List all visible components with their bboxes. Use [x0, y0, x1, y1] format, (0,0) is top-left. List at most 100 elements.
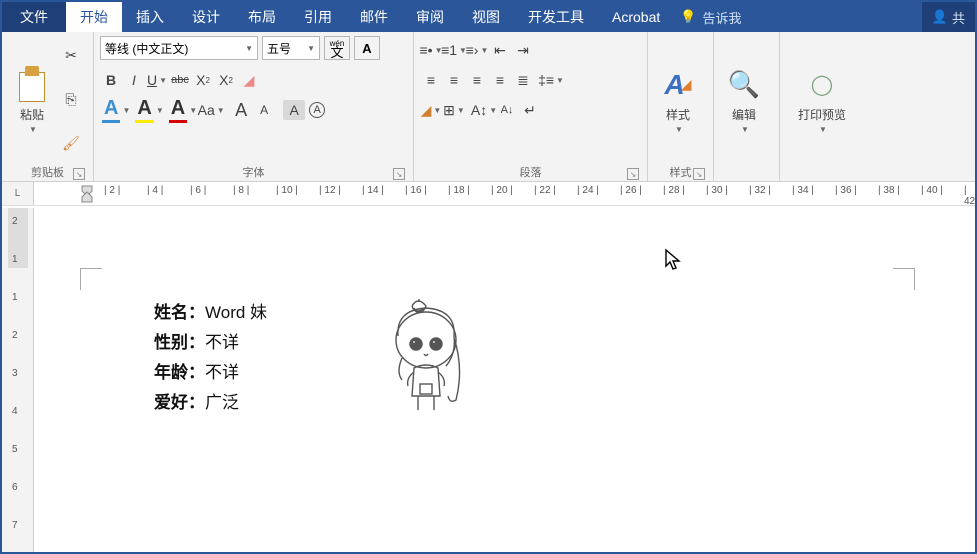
align-right-icon: ≡	[473, 72, 481, 88]
tab-home[interactable]: 开始	[66, 2, 122, 32]
pilcrow-icon: ↵	[524, 102, 536, 119]
tab-design[interactable]: 设计	[178, 2, 234, 32]
doc-line: 爱好：广泛	[154, 388, 267, 418]
character-shading-button[interactable]: A	[283, 100, 305, 120]
group-font: 等线 (中文正文)▼ 五号▼ wén文 A B I U▼ abc X2 X2 ◢…	[94, 32, 414, 181]
underline-button[interactable]: U▼	[146, 70, 168, 90]
font-launcher[interactable]: ↘	[393, 168, 405, 180]
show-marks-button[interactable]: ↵	[519, 100, 541, 120]
align-left-button[interactable]: ≡	[420, 70, 442, 90]
italic-button[interactable]: I	[123, 70, 145, 90]
borders-button[interactable]: ⊞▼	[443, 100, 465, 120]
tab-layout[interactable]: 布局	[234, 2, 290, 32]
align-center-icon: ≡	[450, 72, 458, 88]
tab-insert[interactable]: 插入	[122, 2, 178, 32]
print-preview-button[interactable]: ◯ 打印预览 ▼	[786, 36, 858, 163]
enclose-characters-button[interactable]: A	[306, 100, 328, 120]
font-size-value: 五号	[267, 40, 291, 57]
tab-acrobat[interactable]: Acrobat	[598, 2, 674, 32]
margin-corner-tl	[80, 268, 102, 290]
line-spacing-button[interactable]: ‡≡▼	[540, 70, 562, 90]
ruler-row: L | 2 || 4 || 6 || 8 || 10 || 12 || 14 |…	[2, 182, 975, 206]
indent-icon: ⇥	[517, 42, 529, 59]
highlight-button[interactable]: A▼	[133, 97, 165, 123]
margin-corner-tr	[893, 268, 915, 290]
lightbulb-icon: 💡	[680, 9, 696, 25]
tab-view[interactable]: 视图	[458, 2, 514, 32]
eraser-icon: ◢	[244, 72, 255, 89]
styles-label: 样式	[666, 106, 690, 123]
doc-line: 姓名：Word 妹	[154, 298, 267, 328]
print-preview-icon: ◯	[811, 66, 833, 104]
distributed-button[interactable]: ≣	[512, 70, 534, 90]
shrink-font-button[interactable]: A	[253, 100, 275, 120]
font-size-combo[interactable]: 五号▼	[262, 36, 320, 60]
clipboard-icon	[15, 66, 49, 104]
workspace: 211234567 姓名：Word 妹 性别：不详 年龄：不详 爱好：广泛	[2, 208, 975, 552]
multilevel-icon: ≡›	[466, 42, 479, 58]
tab-mailings[interactable]: 邮件	[346, 2, 402, 32]
outdent-icon: ⇤	[494, 42, 506, 59]
superscript-button[interactable]: X2	[215, 70, 237, 90]
shading-button[interactable]: ◢▼	[420, 100, 442, 120]
justify-button[interactable]: ≡	[489, 70, 511, 90]
horizontal-ruler[interactable]: | 2 || 4 || 6 || 8 || 10 || 12 || 14 || …	[34, 182, 975, 205]
align-right-button[interactable]: ≡	[466, 70, 488, 90]
paste-button[interactable]: 粘贴 ▼	[8, 36, 56, 163]
change-case-button[interactable]: Aa▼	[200, 100, 222, 120]
print-preview-label: 打印预览	[798, 106, 846, 123]
editing-button[interactable]: 🔍 编辑 ▼	[720, 36, 768, 163]
tab-developer[interactable]: 开发工具	[514, 2, 598, 32]
bold-button[interactable]: B	[100, 70, 122, 90]
distributed-icon: ≣	[517, 72, 529, 89]
numbering-button[interactable]: ≡1▼	[443, 40, 465, 60]
align-left-icon: ≡	[427, 72, 435, 88]
strikethrough-button[interactable]: abc	[169, 70, 191, 90]
numbering-icon: ≡1	[441, 42, 457, 58]
clipart-girl[interactable]	[384, 298, 474, 418]
group-clipboard-label: 剪贴板	[31, 164, 64, 180]
grow-font-button[interactable]: A	[230, 100, 252, 120]
tab-references[interactable]: 引用	[290, 2, 346, 32]
vertical-ruler[interactable]: 211234567	[2, 208, 34, 552]
doc-line: 年龄：不详	[154, 358, 267, 388]
styles-button[interactable]: A◢ 样式 ▼	[654, 36, 702, 163]
scissors-icon: ✂	[65, 47, 77, 64]
menu-tabs: 文件 开始 插入 设计 布局 引用 邮件 审阅 视图 开发工具 Acrobat …	[2, 2, 975, 32]
font-color-button[interactable]: A▼	[167, 97, 199, 123]
align-center-button[interactable]: ≡	[443, 70, 465, 90]
increase-indent-button[interactable]: ⇥	[512, 40, 534, 60]
paste-label: 粘贴	[20, 106, 44, 123]
ribbon: 粘贴 ▼ ✂ ⎘ 🖌 剪贴板 ↘ 等线 (中文正文)▼ 五号▼ wén文	[2, 32, 975, 182]
first-line-indent-marker[interactable]	[80, 182, 94, 204]
clipboard-launcher[interactable]: ↘	[73, 168, 85, 180]
search-icon: 🔍	[728, 66, 760, 104]
cut-button[interactable]: ✂	[60, 45, 82, 65]
group-clipboard: 粘贴 ▼ ✂ ⎘ 🖌 剪贴板 ↘	[2, 32, 94, 181]
justify-icon: ≡	[496, 72, 504, 88]
subscript-button[interactable]: X2	[192, 70, 214, 90]
decrease-indent-button[interactable]: ⇤	[489, 40, 511, 60]
group-preview: ◯ 打印预览 ▼	[780, 32, 864, 181]
font-family-combo[interactable]: 等线 (中文正文)▼	[100, 36, 258, 60]
paragraph-launcher[interactable]: ↘	[627, 168, 639, 180]
phonetic-guide-button[interactable]: wén文	[324, 36, 350, 60]
tab-review[interactable]: 审阅	[402, 2, 458, 32]
tab-file[interactable]: 文件	[2, 2, 66, 32]
character-border-button[interactable]: A	[354, 36, 380, 60]
clear-formatting-button[interactable]: ◢	[238, 70, 260, 90]
copy-button[interactable]: ⎘	[60, 89, 82, 109]
group-editing: 🔍 编辑 ▼	[714, 32, 780, 181]
text-direction-button[interactable]: A↕▼	[473, 100, 495, 120]
share-button[interactable]: 👤 共	[922, 2, 975, 32]
document-page[interactable]: 姓名：Word 妹 性别：不详 年龄：不详 爱好：广泛	[34, 208, 975, 552]
tell-me[interactable]: 💡 告诉我	[680, 2, 741, 32]
sort-button[interactable]: A↓	[496, 100, 518, 120]
styles-launcher[interactable]: ↘	[693, 168, 705, 180]
bullets-button[interactable]: ≡•▼	[420, 40, 442, 60]
multilevel-button[interactable]: ≡›▼	[466, 40, 488, 60]
share-label: 共	[952, 8, 965, 27]
text-effects-button[interactable]: A▼	[100, 97, 132, 123]
format-painter-button[interactable]: 🖌	[60, 134, 82, 154]
document-content[interactable]: 姓名：Word 妹 性别：不详 年龄：不详 爱好：广泛	[154, 298, 267, 418]
